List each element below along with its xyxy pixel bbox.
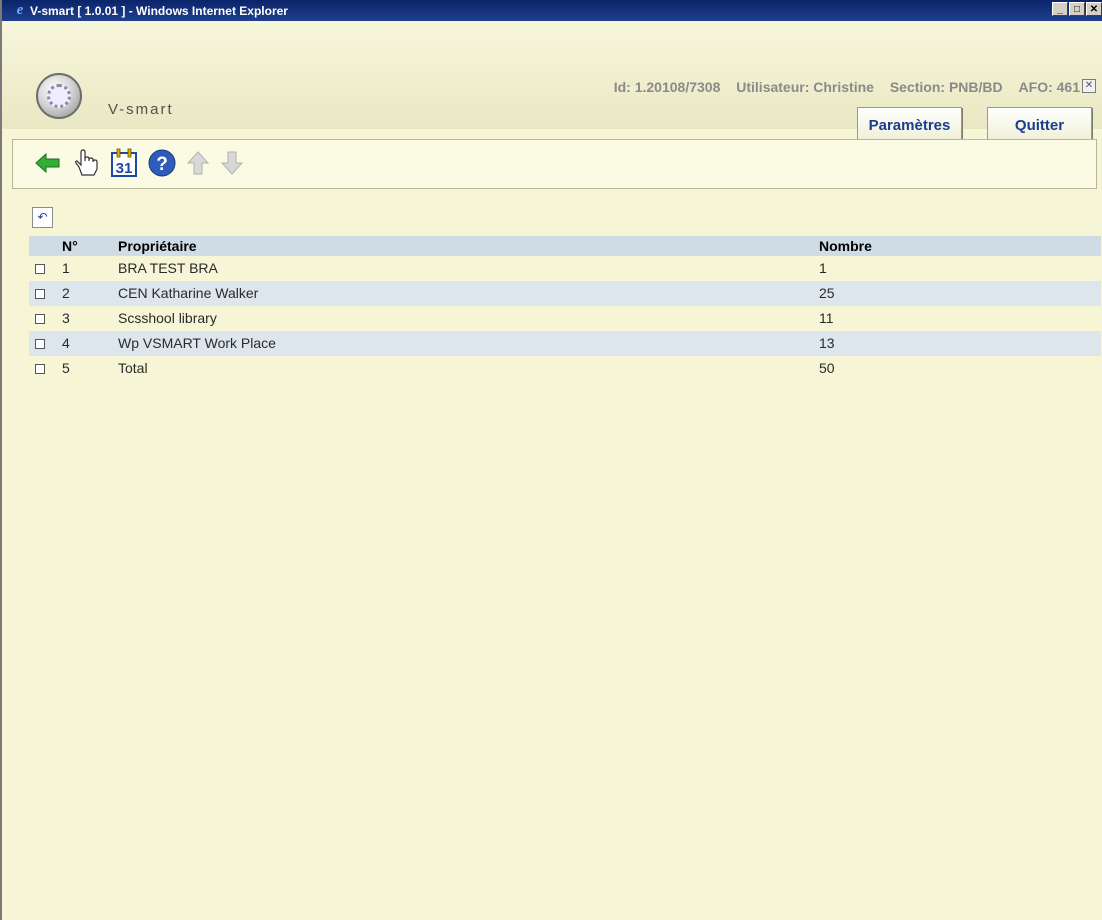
window-controls: _ □ ✕ — [1051, 2, 1102, 16]
col-count-header: Nombre — [819, 238, 872, 254]
table-row[interactable]: 1 BRA TEST BRA 1 — [29, 256, 1101, 281]
row-checkbox[interactable] — [35, 314, 45, 324]
quitter-button[interactable]: Quitter — [987, 107, 1092, 143]
session-id: Id: 1.20108/7308 — [613, 79, 721, 95]
table-row[interactable]: 3 Scsshool library 11 — [29, 306, 1101, 331]
maximize-icon[interactable]: □ — [1069, 2, 1085, 16]
row-num: 4 — [62, 335, 70, 351]
close-window-icon[interactable]: ✕ — [1086, 2, 1102, 16]
table-header: N° Propriétaire Nombre — [29, 236, 1101, 256]
owners-table: N° Propriétaire Nombre 1 BRA TEST BRA 1 … — [29, 236, 1101, 381]
row-count: 50 — [819, 360, 835, 376]
minimize-icon[interactable]: _ — [1052, 2, 1068, 16]
row-count: 11 — [819, 310, 834, 326]
session-user: Utilisateur: Christine — [736, 79, 874, 95]
row-owner: Wp VSMART Work Place — [118, 335, 276, 351]
help-icon[interactable]: ? — [147, 148, 177, 178]
table-row[interactable]: 4 Wp VSMART Work Place 13 — [29, 331, 1101, 356]
window-title: V-smart [ 1.0.01 ] - Windows Internet Ex… — [30, 3, 288, 18]
app-header: V-smart Id: 1.20108/7308 Utilisateur: Ch… — [2, 21, 1102, 143]
row-num: 1 — [62, 260, 70, 276]
vsmart-logo-icon — [36, 73, 82, 119]
row-checkbox[interactable] — [35, 289, 45, 299]
row-checkbox[interactable] — [35, 339, 45, 349]
title-bar: e V-smart [ 1.0.01 ] - Windows Internet … — [2, 0, 1102, 21]
table-row[interactable]: 5 Total 50 — [29, 356, 1101, 381]
ie-logo-icon: e — [16, 2, 24, 18]
undo-selection-icon[interactable]: ↶ — [32, 207, 53, 228]
parametres-button[interactable]: Paramètres — [857, 107, 962, 143]
calendar-day-label: 31 — [116, 160, 133, 177]
row-checkbox[interactable] — [35, 364, 45, 374]
arrow-up-icon — [183, 148, 213, 178]
back-arrow-icon[interactable] — [33, 148, 63, 178]
row-checkbox[interactable] — [35, 264, 45, 274]
session-info: Id: 1.20108/7308 Utilisateur: Christine … — [602, 79, 1080, 95]
svg-text:?: ? — [156, 154, 168, 175]
session-section: Section: PNB/BD — [889, 79, 1003, 95]
row-count: 25 — [819, 285, 835, 301]
row-count: 1 — [819, 260, 827, 276]
row-owner: Scsshool library — [118, 310, 217, 326]
browser-window: e V-smart [ 1.0.01 ] - Windows Internet … — [0, 0, 1102, 920]
col-owner-header: Propriétaire — [118, 238, 197, 254]
calendar-31-icon[interactable]: 31 — [109, 148, 139, 178]
row-owner: CEN Katharine Walker — [118, 285, 259, 301]
row-num: 2 — [62, 285, 70, 301]
row-num: 5 — [62, 360, 70, 376]
row-owner: BRA TEST BRA — [118, 260, 218, 276]
session-afo: AFO: 461 — [1018, 79, 1080, 95]
row-count: 13 — [819, 335, 835, 351]
toolbar: 31 ? — [12, 139, 1097, 189]
row-owner: Total — [118, 360, 148, 376]
arrow-down-icon — [217, 148, 247, 178]
close-afo-icon[interactable]: ✕ — [1082, 79, 1096, 93]
col-num-header: N° — [62, 238, 78, 254]
row-num: 3 — [62, 310, 70, 326]
hand-select-icon[interactable] — [71, 148, 101, 178]
logo-text: V-smart — [108, 101, 174, 118]
table-row[interactable]: 2 CEN Katharine Walker 25 — [29, 281, 1101, 306]
